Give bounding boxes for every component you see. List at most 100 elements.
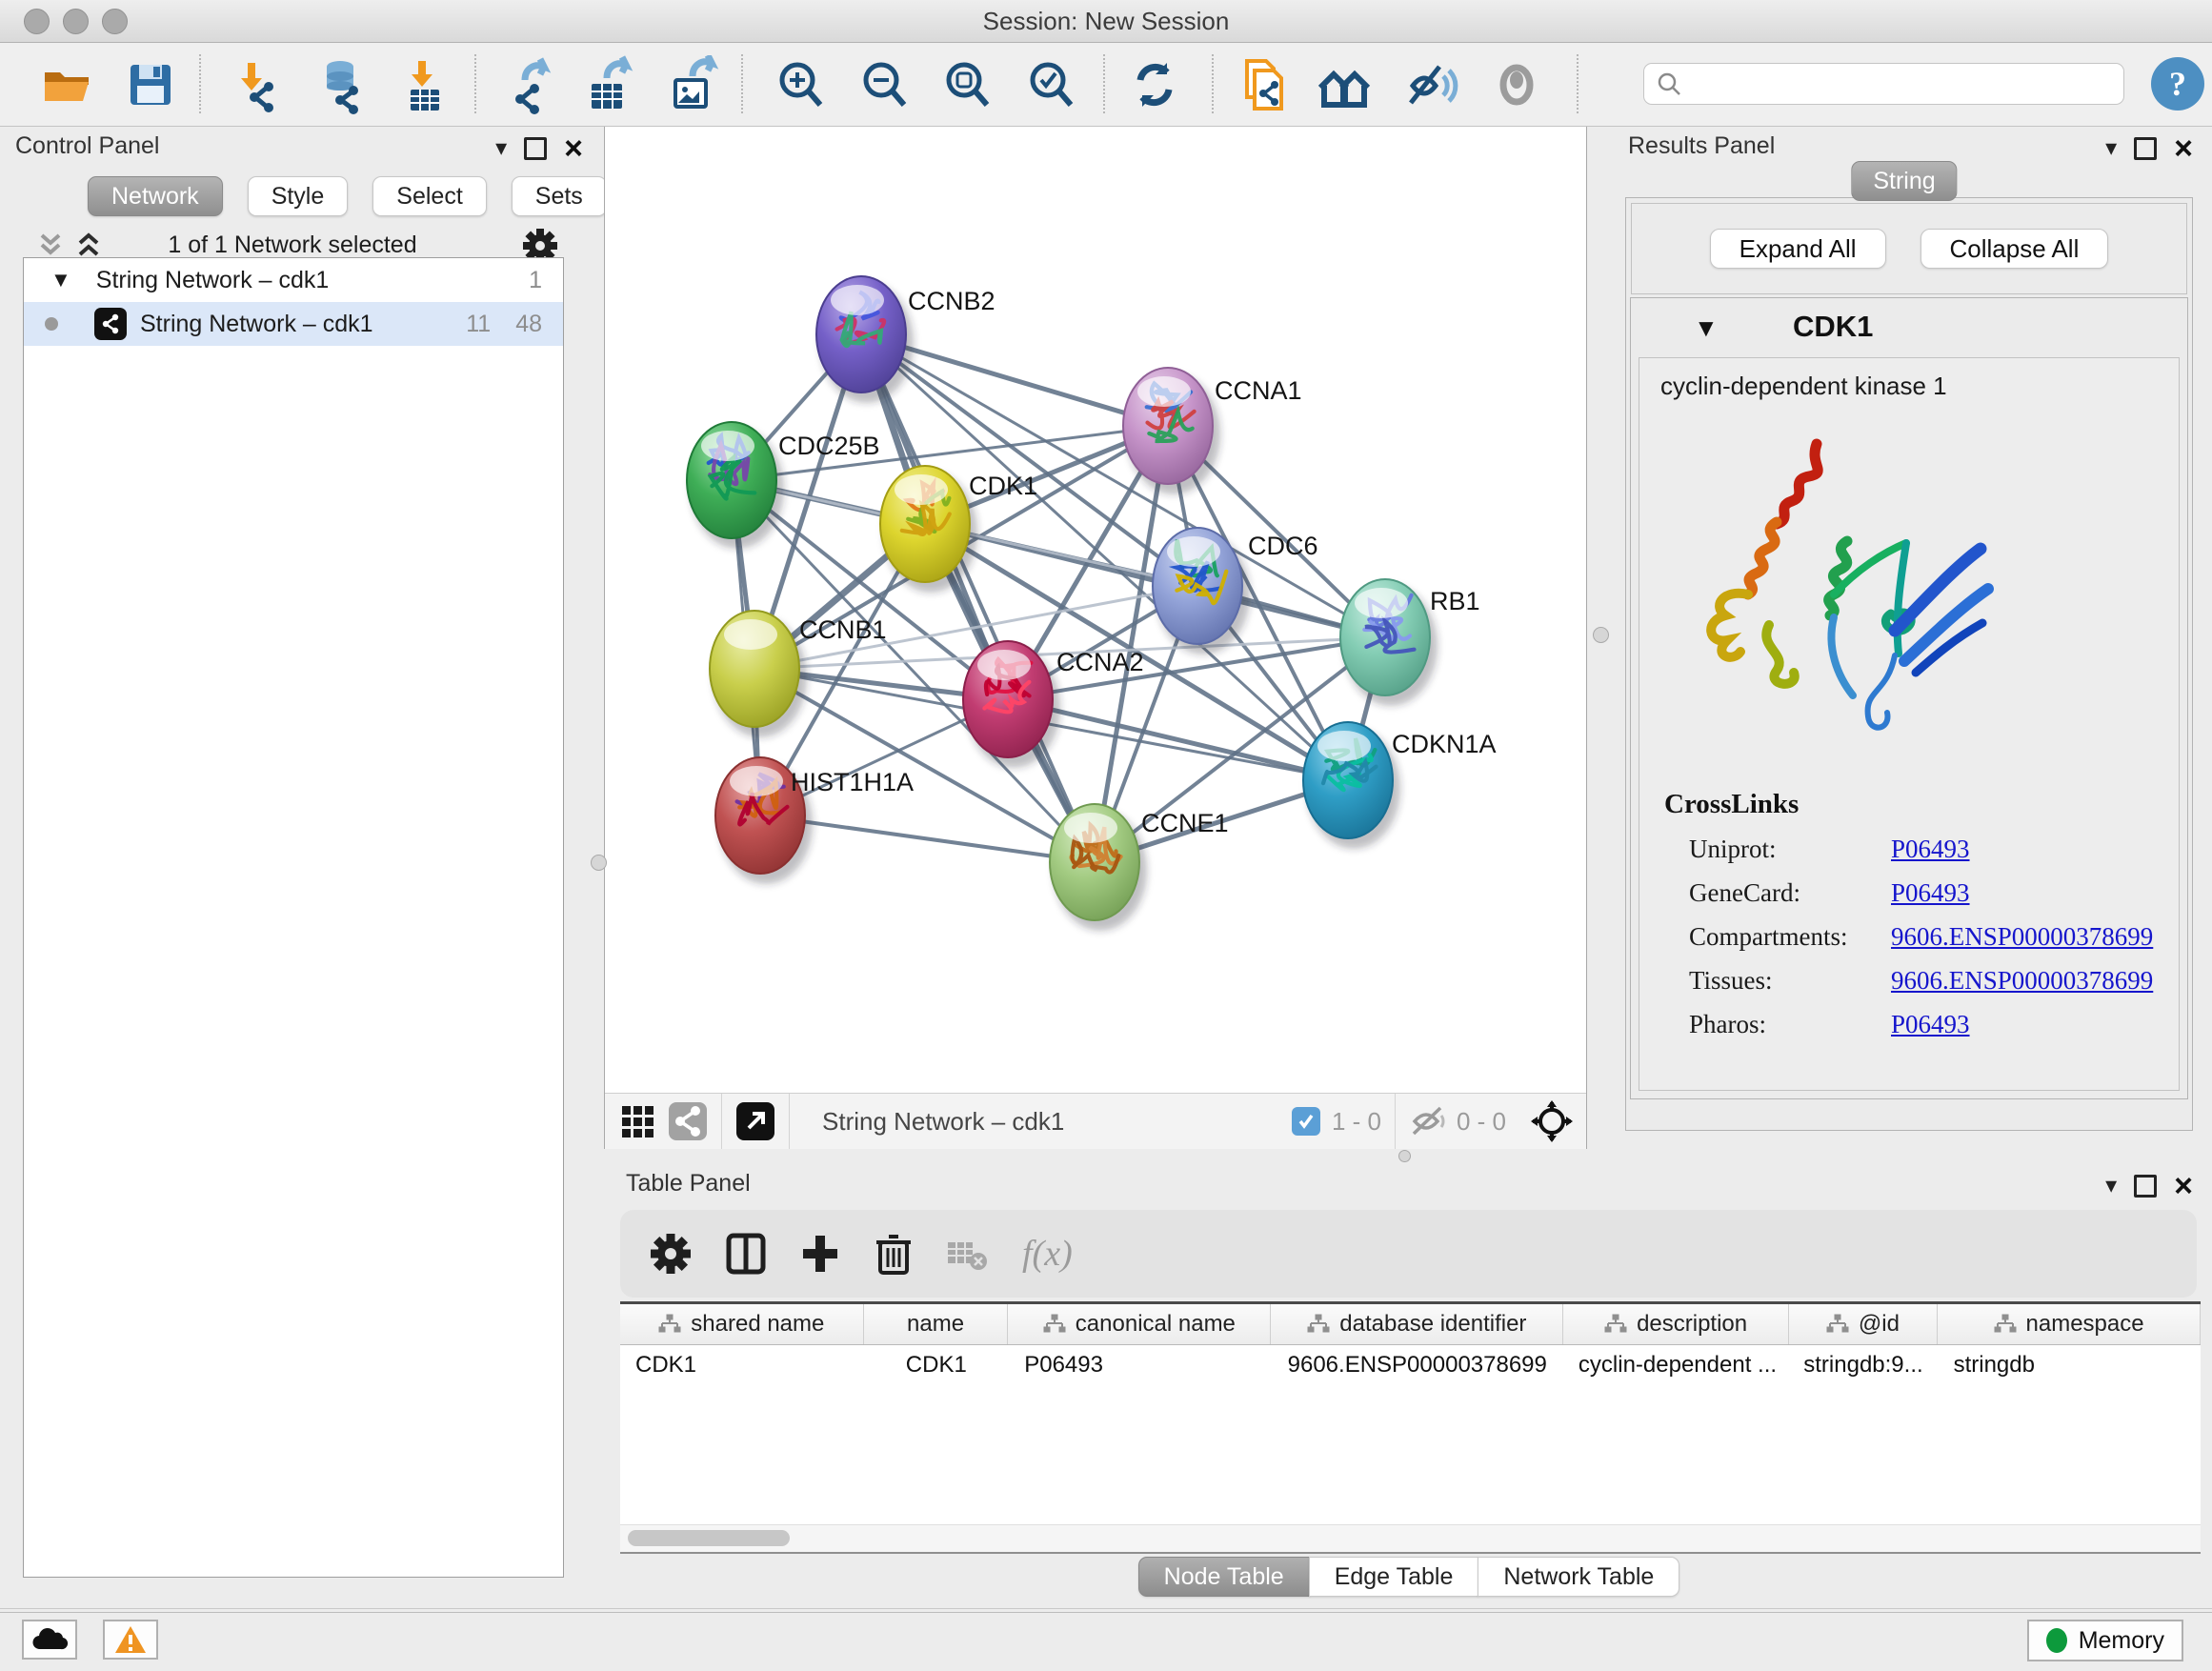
network-node-CCNE1[interactable]: CCNE1 [1050,804,1229,931]
left-splitter-handle[interactable] [591,855,607,871]
collapse-panel-icon[interactable]: ▾ [2105,137,2117,160]
right-splitter-handle[interactable] [1593,627,1609,643]
import-network-button[interactable] [229,55,288,114]
home-view-button[interactable] [1315,55,1374,114]
import-table-button[interactable] [395,55,454,114]
tab-node-table[interactable]: Node Table [1138,1557,1310,1597]
network-node-CCNB2[interactable]: CCNB2 [816,276,995,403]
network-collection-row[interactable]: ▼ String Network – cdk1 1 [24,258,563,302]
column-header-canonical-name[interactable]: canonical name [1008,1304,1271,1344]
table-cell[interactable]: P06493 [1009,1352,1271,1379]
network-node-CDKN1A[interactable]: CDKN1A [1303,722,1497,849]
expand-all-button[interactable]: Expand All [1710,229,1886,269]
search-input[interactable] [1692,70,2112,98]
network-node-CDC25B[interactable]: CDC25B [687,422,880,549]
table-cell[interactable]: CDK1 [620,1352,863,1379]
crosslink-value-link[interactable]: P06493 [1891,835,1970,864]
collapse-all-icon[interactable] [34,232,67,260]
float-panel-icon[interactable] [2134,137,2157,160]
crosslink-value-link[interactable]: P06493 [1891,1010,1970,1039]
share-view-icon[interactable] [668,1101,708,1141]
network-node-CDC6[interactable]: CDC6 [1153,528,1318,654]
add-column-icon[interactable] [799,1232,841,1276]
app-window: Session: New Session [0,0,2212,1671]
delete-column-icon[interactable] [874,1231,914,1277]
memory-button[interactable]: Memory [2027,1620,2183,1661]
entry-description: cyclin-dependent kinase 1 [1660,372,1947,401]
hscrollbar-thumb[interactable] [628,1530,790,1546]
tab-edge-table[interactable]: Edge Table [1309,1557,1479,1597]
crosslink-value-link[interactable]: 9606.ENSP00000378699 [1891,966,2153,996]
network-node-RB1[interactable]: RB1 [1340,579,1480,706]
zoom-fit-button[interactable] [937,55,996,114]
selected-nodes-checkbox[interactable] [1292,1107,1320,1136]
open-session-button[interactable] [37,55,96,114]
collapse-all-button[interactable]: Collapse All [1920,229,2109,269]
column-header-database-identifier[interactable]: database identifier [1271,1304,1563,1344]
toolbar-separator [1212,54,1214,113]
show-details-button[interactable] [1487,55,1546,114]
tab-string[interactable]: String [1851,161,1957,201]
zoom-in-button[interactable] [771,55,830,114]
collapse-panel-icon[interactable]: ▾ [495,137,507,160]
save-session-button[interactable] [121,55,180,114]
bottom-splitter-handle[interactable] [1398,1150,1411,1162]
warnings-button[interactable] [103,1620,158,1660]
column-header-name[interactable]: name [864,1304,1009,1344]
export-table-button[interactable] [578,55,637,114]
entry-header[interactable]: ▼ CDK1 [1631,298,2187,355]
tab-network[interactable]: Network [88,176,223,216]
tab-style[interactable]: Style [248,176,349,216]
expand-all-icon[interactable] [72,232,105,260]
fit-selected-crosshair-icon[interactable] [1531,1100,1573,1142]
refresh-layout-button[interactable] [1125,55,1184,114]
crosslink-value-link[interactable]: P06493 [1891,878,1970,908]
close-panel-icon[interactable]: × [2174,132,2193,165]
network-canvas[interactable]: CCNB2CCNA1CDC25BCDK1CDC6RB1CCNB1CCNA2CDK… [605,127,1586,1093]
network-node-HIST1H1A[interactable]: HIST1H1A [715,757,914,884]
column-header-shared-name[interactable]: shared name [620,1304,864,1344]
network-node-CCNA1[interactable]: CCNA1 [1123,368,1302,494]
tab-select[interactable]: Select [372,176,486,216]
column-header--id[interactable]: @id [1789,1304,1938,1344]
cloud-button[interactable] [22,1620,77,1660]
import-database-button[interactable] [311,55,370,114]
table-cell[interactable]: stringdb:9... [1788,1352,1938,1379]
column-header-description[interactable]: description [1563,1304,1788,1344]
tab-network-table[interactable]: Network Table [1478,1557,1679,1597]
close-panel-icon[interactable]: × [564,132,583,165]
show-columns-icon[interactable] [725,1232,767,1276]
entry-expander-icon[interactable]: ▼ [1694,313,1719,343]
collapse-panel-icon[interactable]: ▾ [2105,1175,2117,1198]
tree-expander-icon[interactable]: ▼ [50,268,71,292]
zoom-out-button[interactable] [855,55,914,114]
table-cell[interactable]: 9606.ENSP00000378699 [1272,1352,1563,1379]
close-panel-icon[interactable]: × [2174,1170,2193,1202]
float-panel-icon[interactable] [524,137,547,160]
crosslink-value-link[interactable]: 9606.ENSP00000378699 [1891,922,2153,952]
export-network-button[interactable] [496,55,555,114]
table-cell[interactable]: stringdb [1939,1352,2201,1379]
detach-view-icon[interactable] [735,1101,775,1141]
help-button[interactable]: ? [2151,57,2204,111]
network-view-toolbar: String Network – cdk1 1 - 0 0 - 0 [605,1093,1586,1149]
column-header-namespace[interactable]: namespace [1938,1304,2201,1344]
table-row[interactable]: CDK1CDK1P064939606.ENSP00000378699cyclin… [620,1345,2201,1385]
table-cell[interactable]: CDK1 [863,1352,1009,1379]
table-gear-icon[interactable] [649,1232,693,1276]
network-node-CDK1[interactable]: CDK1 [880,466,1037,593]
collection-name: String Network – cdk1 [96,267,330,294]
float-panel-icon[interactable] [2134,1175,2157,1198]
zoom-selected-button[interactable] [1021,55,1080,114]
table-cell[interactable]: cyclin-dependent ... [1563,1352,1788,1379]
network-tree: ▼ String Network – cdk1 1 String Network… [23,257,564,1578]
hide-details-button[interactable] [1401,55,1460,114]
clone-network-button[interactable] [1234,55,1293,114]
tab-sets[interactable]: Sets [512,176,607,216]
export-image-button[interactable] [662,55,721,114]
network-node-CCNA2[interactable]: CCNA2 [963,641,1144,768]
grid-mode-icon[interactable] [618,1102,656,1140]
network-node-count: 11 [466,311,491,338]
network-row[interactable]: String Network – cdk1 11 48 [24,302,563,346]
control-panel: Control Panel ▾ × NetworkStyleSelectSets… [0,127,593,1599]
